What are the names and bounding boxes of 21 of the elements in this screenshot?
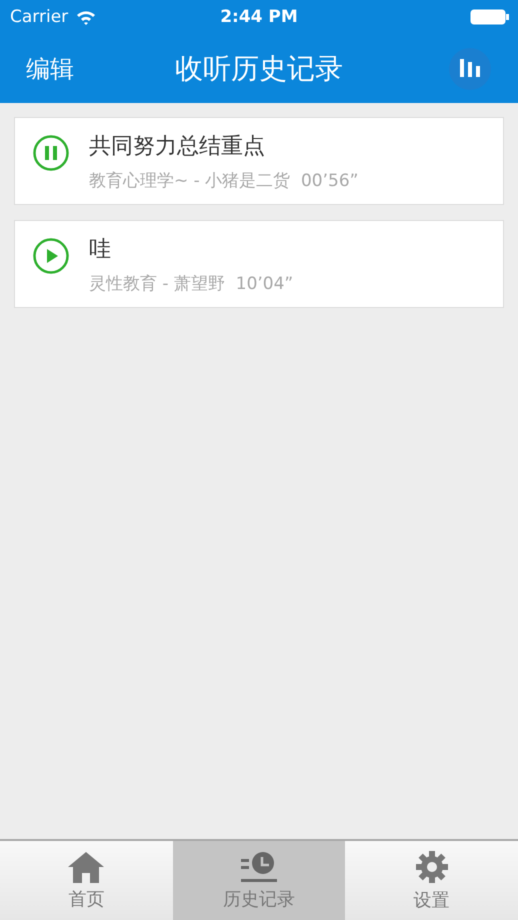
battery-icon xyxy=(470,9,510,25)
pause-icon[interactable] xyxy=(33,135,69,171)
carrier-label: Carrier xyxy=(10,7,68,27)
status-time: 2:44 PM xyxy=(220,7,298,27)
equalizer-icon[interactable] xyxy=(448,46,492,90)
settings-icon xyxy=(414,850,449,884)
tab-item[interactable]: 设置 xyxy=(345,841,518,920)
tab-item[interactable]: 历史记录 xyxy=(172,841,346,920)
history-item[interactable]: 哇 灵性教育 - 萧望野 10’04” xyxy=(14,220,504,308)
history-icon xyxy=(240,850,278,882)
play-icon[interactable] xyxy=(33,238,69,274)
item-title: 共同努力总结重点 xyxy=(89,132,266,160)
item-subtitle: 教育心理学~ - 小猪是二货 00’56” xyxy=(89,170,358,192)
history-item[interactable]: 共同努力总结重点 教育心理学~ - 小猪是二货 00’56” xyxy=(14,117,504,205)
item-title: 哇 xyxy=(89,236,112,264)
tab-item[interactable]: 首页 xyxy=(0,841,173,920)
wifi-icon xyxy=(76,10,96,24)
home-icon xyxy=(67,850,106,882)
page-title: 收听历史记录 xyxy=(175,50,343,86)
item-subtitle: 灵性教育 - 萧望野 10’04” xyxy=(89,272,294,294)
edit-button[interactable]: 编辑 xyxy=(26,52,74,84)
